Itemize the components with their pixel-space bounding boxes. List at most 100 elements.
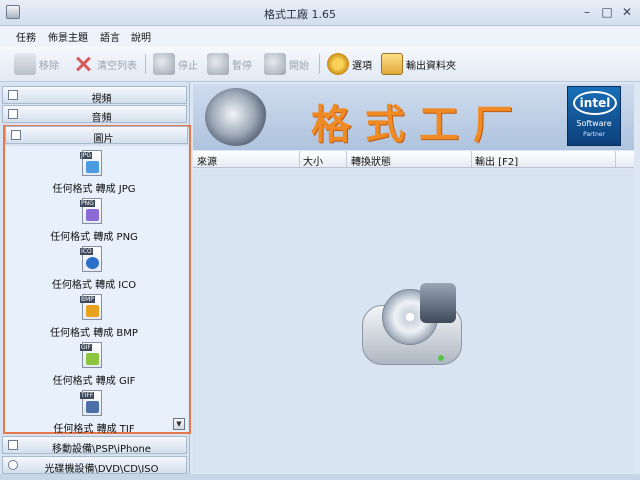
close-button[interactable]: ✕ [618, 4, 636, 20]
remove-icon [14, 53, 36, 75]
maximize-button[interactable]: □ [598, 4, 616, 20]
video-icon [8, 90, 18, 100]
jpg-file-icon: JPG [80, 150, 102, 176]
bmp-label: 任何格式 轉成 BMP [50, 328, 138, 339]
list-item-gif[interactable]: GIF 任何格式 轉成 GIF [5, 342, 183, 388]
music-icon [8, 109, 18, 119]
window-title: 格式工廠 1.65 [264, 8, 336, 21]
gif-tag: GIF [80, 344, 92, 351]
toolbar: 移除 清空列表 停止 暫停 開始 選項 輸出資料夾 [0, 46, 640, 82]
logo-music-note [420, 283, 456, 323]
category-mobile-label: 移動設備\PSP\iPhone [52, 444, 151, 455]
ico-file-icon: ICO [80, 246, 102, 272]
column-separator[interactable] [346, 151, 347, 167]
png-label: 任何格式 轉成 PNG [50, 232, 138, 243]
category-disc-label: 光碟機設備\DVD\CD\ISO [44, 464, 159, 475]
start-icon [264, 53, 286, 75]
menu-language[interactable]: 語言 [100, 29, 120, 44]
phone-icon [8, 440, 18, 450]
task-table-header: 來源 大小 轉換狀態 輸出 [F2] [193, 151, 634, 168]
clear-label: 清空列表 [97, 60, 137, 72]
stop-label: 停止 [178, 60, 198, 72]
jpg-tag: JPG [80, 152, 93, 159]
category-picture-label: 圖片 [93, 134, 114, 145]
pause-label: 暫停 [232, 60, 252, 72]
category-video[interactable]: 視頻 [2, 86, 187, 105]
menu-theme[interactable]: 佈景主題 [48, 29, 88, 44]
clear-list-button[interactable]: 清空列表 [72, 52, 137, 76]
output-folder-label: 輸出資料夾 [406, 60, 456, 72]
gear-icon [327, 53, 349, 75]
list-item-ico[interactable]: ICO 任何格式 轉成 ICO [5, 246, 183, 292]
start-label: 開始 [289, 60, 309, 72]
gif-file-icon: GIF [80, 342, 102, 368]
column-status[interactable]: 轉換狀態 [351, 153, 391, 168]
list-item-tif[interactable]: TIFF 任何格式 轉成 TIF [5, 390, 183, 436]
intel-logo: intel [573, 91, 617, 115]
category-mobile[interactable]: 移動設備\PSP\iPhone [2, 436, 187, 455]
scroll-down-button[interactable]: ▼ [173, 418, 185, 430]
column-separator[interactable] [471, 151, 472, 167]
logo-status-light [438, 355, 444, 361]
tif-art [86, 401, 99, 413]
picture-format-list: JPG 任何格式 轉成 JPG PNG 任何格式 轉成 PNG ICO 任何格式… [5, 146, 188, 435]
start-button[interactable]: 開始 [264, 52, 309, 76]
remove-button[interactable]: 移除 [14, 52, 59, 76]
options-button[interactable]: 選項 [327, 52, 372, 76]
list-item-jpg[interactable]: JPG 任何格式 轉成 JPG [5, 150, 183, 196]
remove-label: 移除 [39, 60, 59, 72]
intel-partner-text: Partner [583, 131, 605, 138]
jpg-label: 任何格式 轉成 JPG [52, 184, 136, 195]
category-picture[interactable]: 圖片 [5, 126, 188, 145]
column-size[interactable]: 大小 [303, 153, 323, 168]
clear-icon [72, 53, 94, 75]
menu-task[interactable]: 任務 [16, 29, 36, 44]
pause-button[interactable]: 暫停 [207, 52, 252, 76]
category-video-label: 視頻 [91, 94, 112, 105]
tif-tag: TIFF [80, 392, 95, 399]
column-source[interactable]: 來源 [197, 153, 217, 168]
gif-art [86, 353, 99, 365]
ico-label: 任何格式 轉成 ICO [51, 280, 137, 291]
banner-media-art [205, 88, 267, 146]
disc-icon [8, 460, 18, 470]
column-separator[interactable] [299, 151, 300, 167]
category-audio[interactable]: 音頻 [2, 105, 187, 124]
output-folder-button[interactable]: 輸出資料夾 [381, 52, 456, 76]
banner: 格式工厂 intel Software Partner [193, 84, 634, 150]
status-bar [0, 474, 640, 480]
intel-software-text: Software [576, 119, 612, 128]
column-output[interactable]: 輸出 [F2] [475, 153, 518, 168]
title-bar: 格式工廠 1.65 – □ ✕ [0, 0, 640, 26]
gif-label: 任何格式 轉成 GIF [52, 376, 136, 387]
picture-icon [11, 130, 21, 140]
jpg-art [86, 161, 99, 173]
png-file-icon: PNG [80, 198, 102, 224]
folder-icon [381, 53, 403, 75]
minimize-button[interactable]: – [578, 4, 596, 20]
info-icon [86, 257, 99, 269]
bmp-file-icon: BMP [80, 294, 102, 320]
stop-icon [153, 53, 175, 75]
format-factory-logo [360, 275, 465, 367]
tif-label: 任何格式 轉成 TIF [53, 424, 135, 435]
category-audio-label: 音頻 [91, 113, 112, 124]
banner-title: 格式工厂 [311, 101, 527, 148]
column-separator[interactable] [615, 151, 616, 167]
tif-file-icon: TIFF [80, 390, 102, 416]
menu-help[interactable]: 說明 [131, 29, 151, 44]
png-art [86, 209, 99, 221]
stop-button[interactable]: 停止 [153, 52, 198, 76]
list-item-bmp[interactable]: BMP 任何格式 轉成 BMP [5, 294, 183, 340]
toolbar-separator [145, 54, 146, 74]
bmp-art [86, 305, 99, 317]
intel-software-partner-logo[interactable]: intel Software Partner [567, 86, 621, 146]
menu-bar: 任務 佈景主題 語言 說明 [0, 26, 640, 46]
list-item-png[interactable]: PNG 任何格式 轉成 PNG [5, 198, 183, 244]
ico-tag: ICO [80, 248, 93, 255]
bmp-tag: BMP [80, 296, 95, 303]
toolbar-separator [319, 54, 320, 74]
options-label: 選項 [352, 60, 372, 72]
category-disc[interactable]: 光碟機設備\DVD\CD\ISO [2, 456, 187, 475]
png-tag: PNG [80, 200, 95, 207]
